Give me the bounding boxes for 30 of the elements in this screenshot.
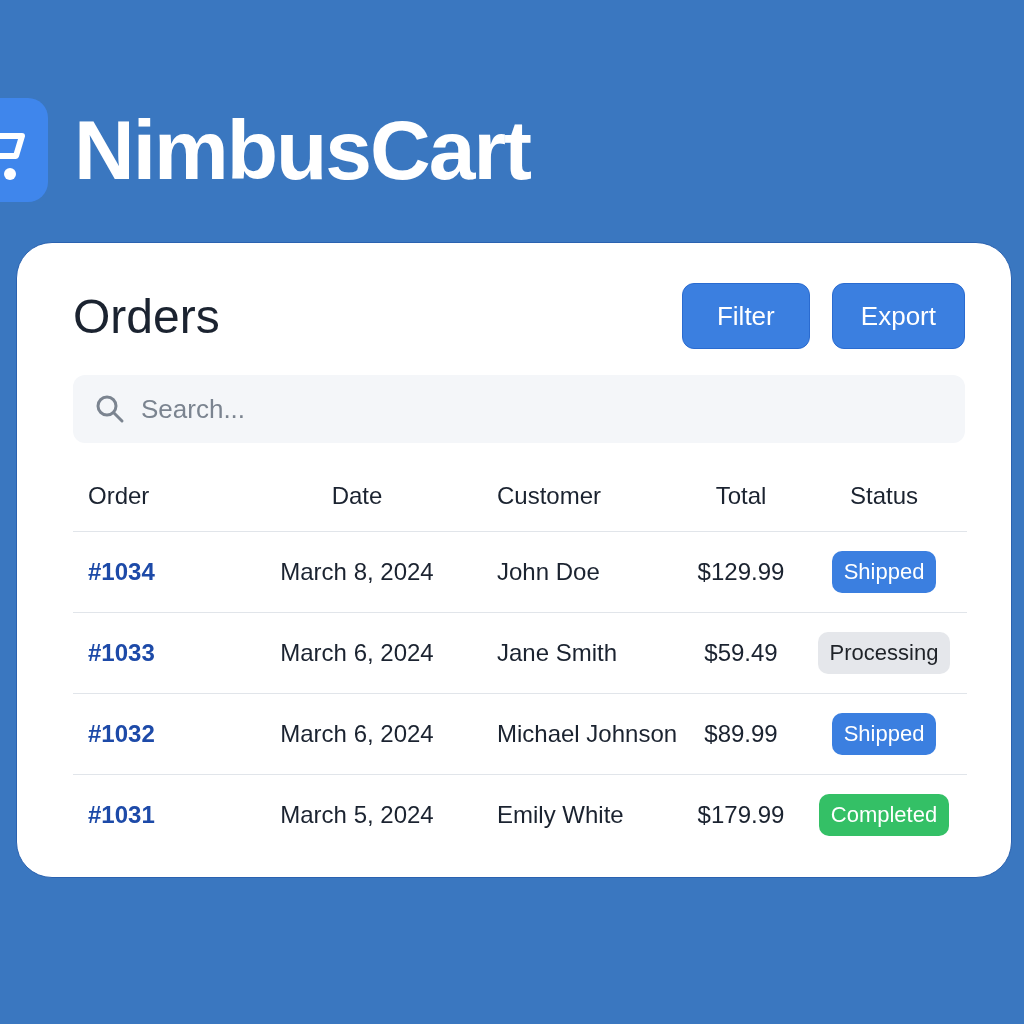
table-cell: $179.99	[697, 801, 785, 829]
status-badge: Shipped	[831, 713, 937, 755]
table-cell: March 6, 2024	[280, 720, 434, 748]
column-header: Status	[848, 482, 919, 510]
table-cell: John Doe	[497, 558, 600, 586]
column-header: Total	[714, 482, 768, 510]
table-cell: March 8, 2024	[280, 558, 434, 586]
status-badge: Shipped	[831, 551, 937, 593]
status-badge: Processing	[817, 632, 951, 674]
table-cell: March 6, 2024	[280, 639, 434, 667]
action-button[interactable]: Filter	[681, 283, 810, 349]
action-button[interactable]: Export	[831, 283, 965, 349]
table-cell: $89.99	[704, 720, 778, 748]
status-badge: Completed	[818, 794, 950, 836]
order-link[interactable]: #1033	[88, 639, 155, 667]
table-cell: March 5, 2024	[280, 801, 434, 829]
column-header: Order	[87, 482, 151, 510]
table-cell: Jane Smith	[497, 639, 618, 667]
order-link[interactable]: #1034	[88, 558, 155, 586]
search-field[interactable]: Search...	[73, 375, 965, 443]
table-cell: $59.49	[704, 639, 778, 667]
table-cell: Emily White	[497, 801, 624, 829]
order-link[interactable]: #1032	[88, 720, 155, 748]
table-cell: Michael Johnson	[497, 720, 678, 748]
brand-name: NimbusCart	[74, 101, 531, 199]
order-link[interactable]: #1031	[88, 801, 155, 829]
column-header: Date	[330, 482, 384, 510]
page-title: Orders	[73, 288, 220, 344]
table-cell: $129.99	[697, 558, 785, 586]
column-header: Customer	[496, 482, 603, 510]
